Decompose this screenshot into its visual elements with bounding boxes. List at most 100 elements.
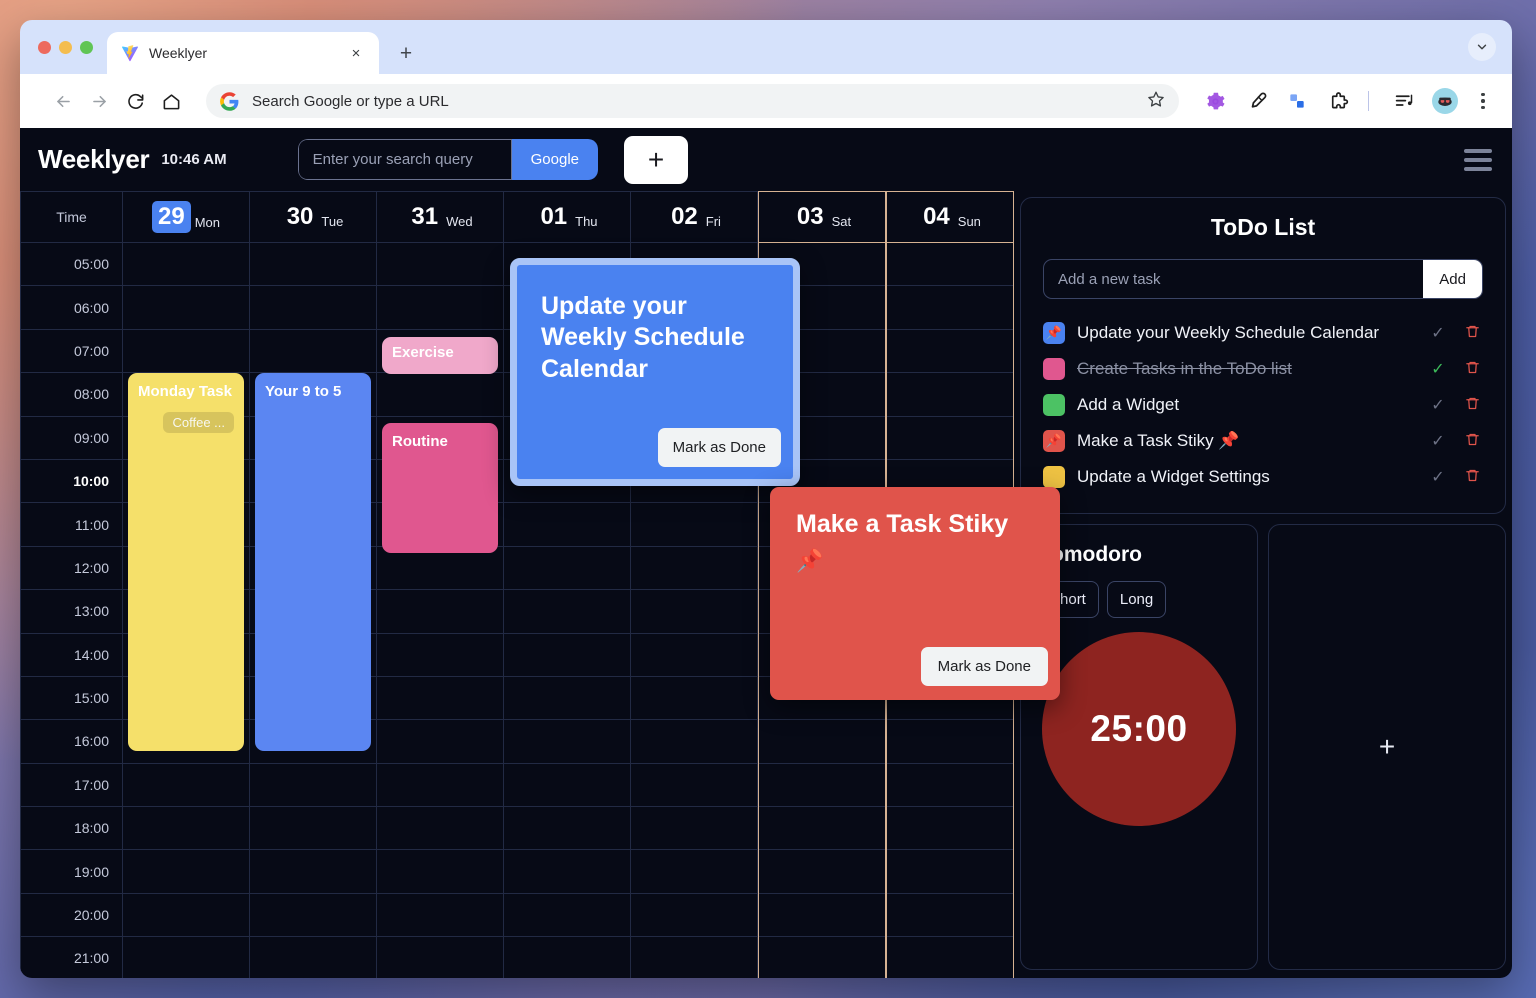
calendar-slot[interactable]	[377, 937, 503, 978]
check-icon[interactable]: ✓	[1427, 395, 1449, 415]
calendar-slot[interactable]	[250, 243, 376, 287]
plus-icon[interactable]: +	[1379, 733, 1395, 761]
task-color-swatch[interactable]	[1043, 466, 1065, 488]
calendar-slot[interactable]	[631, 634, 757, 677]
check-icon[interactable]: ✓	[1427, 431, 1449, 451]
todo-item[interactable]: 📌 Update your Weekly Schedule Calendar ✓	[1043, 315, 1483, 351]
calendar-slot[interactable]	[631, 590, 757, 634]
calendar-slot[interactable]	[887, 243, 1013, 287]
day-column-tue[interactable]: Your 9 to 5	[250, 243, 377, 978]
calendar-slot[interactable]	[504, 894, 630, 938]
gear-icon[interactable]	[1200, 86, 1230, 116]
blocks-icon[interactable]	[1282, 86, 1312, 116]
calendar-slot[interactable]	[250, 330, 376, 374]
calendar-slot[interactable]	[123, 286, 249, 330]
bookmark-star-icon[interactable]	[1147, 90, 1165, 113]
add-event-button[interactable]: +	[624, 135, 688, 184]
search-input[interactable]	[297, 139, 512, 180]
eyedropper-icon[interactable]	[1241, 86, 1271, 116]
back-icon[interactable]	[48, 86, 78, 116]
sticky-note-update-calendar[interactable]: Update your Weekly Schedule Calendar Mar…	[510, 258, 800, 486]
calendar-slot[interactable]	[123, 894, 249, 938]
calendar-slot[interactable]	[250, 286, 376, 330]
day-header-sat[interactable]: 03 Sat	[758, 191, 886, 243]
calendar-slot[interactable]	[631, 677, 757, 721]
calendar-slot[interactable]	[887, 764, 1013, 808]
reload-icon[interactable]	[120, 86, 150, 116]
calendar-slot[interactable]	[123, 330, 249, 374]
trash-icon[interactable]	[1461, 396, 1483, 415]
avatar[interactable]	[1432, 88, 1458, 114]
close-window-button[interactable]	[38, 40, 51, 54]
calendar-slot[interactable]	[887, 894, 1013, 938]
home-icon[interactable]	[156, 86, 186, 116]
calendar-slot[interactable]	[887, 850, 1013, 894]
calendar-slot[interactable]	[377, 764, 503, 808]
calendar-slot[interactable]	[631, 850, 757, 894]
calendar-slot[interactable]	[377, 243, 503, 287]
calendar-slot[interactable]	[504, 590, 630, 634]
calendar-slot[interactable]	[759, 807, 885, 851]
maximize-window-button[interactable]	[80, 40, 93, 54]
calendar-slot[interactable]	[631, 894, 757, 938]
day-header-mon[interactable]: 29 Mon	[123, 191, 250, 243]
calendar-slot[interactable]	[250, 850, 376, 894]
calendar-slot[interactable]	[504, 677, 630, 721]
calendar-slot[interactable]	[504, 503, 630, 547]
todo-item[interactable]: Create Tasks in the ToDo list ✓	[1043, 351, 1483, 387]
calendar-slot[interactable]	[377, 590, 503, 634]
check-icon[interactable]: ✓	[1427, 467, 1449, 487]
todo-item[interactable]: Update a Widget Settings ✓	[1043, 459, 1483, 495]
calendar-event[interactable]: Exercise	[382, 337, 498, 374]
calendar-slot[interactable]	[759, 894, 885, 938]
calendar-slot[interactable]	[250, 807, 376, 851]
calendar-event[interactable]: Routine	[382, 423, 498, 553]
pomodoro-long-button[interactable]: Long	[1106, 581, 1167, 618]
calendar-event[interactable]: Your 9 to 5	[255, 373, 371, 751]
calendar-slot[interactable]	[377, 634, 503, 677]
calendar-slot[interactable]	[504, 937, 630, 978]
calendar-slot[interactable]	[504, 850, 630, 894]
day-header-wed[interactable]: 31 Wed	[377, 191, 504, 243]
calendar-slot[interactable]	[123, 937, 249, 978]
calendar-slot[interactable]	[504, 764, 630, 808]
calendar-slot[interactable]	[887, 417, 1013, 460]
calendar-slot[interactable]	[631, 937, 757, 978]
check-icon[interactable]: ✓	[1427, 323, 1449, 343]
mark-as-done-button[interactable]: Mark as Done	[657, 428, 781, 467]
calendar-slot[interactable]	[123, 243, 249, 287]
calendar-slot[interactable]	[887, 720, 1013, 764]
task-color-swatch[interactable]	[1043, 394, 1065, 416]
add-widget-panel[interactable]: +	[1268, 524, 1506, 970]
calendar-slot[interactable]	[759, 937, 885, 978]
todo-item[interactable]: Add a Widget ✓	[1043, 387, 1483, 423]
calendar-slot[interactable]	[759, 850, 885, 894]
calendar-slot[interactable]	[123, 807, 249, 851]
calendar-slot[interactable]	[504, 547, 630, 591]
calendar-slot[interactable]	[631, 547, 757, 591]
new-task-input[interactable]	[1044, 260, 1424, 298]
calendar-slot[interactable]	[631, 720, 757, 764]
calendar-slot[interactable]	[377, 547, 503, 591]
calendar-slot[interactable]	[377, 720, 503, 764]
add-task-button[interactable]: Add	[1423, 260, 1482, 298]
calendar-slot[interactable]	[250, 937, 376, 978]
calendar-slot[interactable]	[377, 807, 503, 851]
task-color-swatch-pinned[interactable]: 📌	[1043, 322, 1065, 344]
calendar-slot[interactable]	[759, 720, 885, 764]
calendar-slot[interactable]	[887, 807, 1013, 851]
calendar-slot[interactable]	[631, 503, 757, 547]
calendar-slot[interactable]	[631, 764, 757, 808]
todo-item[interactable]: 📌 Make a Task Stiky 📌 ✓	[1043, 423, 1483, 459]
calendar-slot[interactable]	[123, 850, 249, 894]
new-tab-button[interactable]: +	[389, 36, 423, 70]
day-column-mon[interactable]: Monday Task Coffee ...	[123, 243, 250, 978]
trash-icon[interactable]	[1461, 324, 1483, 343]
task-color-swatch-pinned[interactable]: 📌	[1043, 430, 1065, 452]
calendar-slot[interactable]	[887, 286, 1013, 330]
mark-as-done-button[interactable]: Mark as Done	[920, 647, 1048, 686]
calendar-slot[interactable]	[631, 807, 757, 851]
address-bar[interactable]: Search Google or type a URL	[206, 84, 1179, 118]
trash-icon[interactable]	[1461, 468, 1483, 487]
calendar-slot[interactable]	[504, 807, 630, 851]
